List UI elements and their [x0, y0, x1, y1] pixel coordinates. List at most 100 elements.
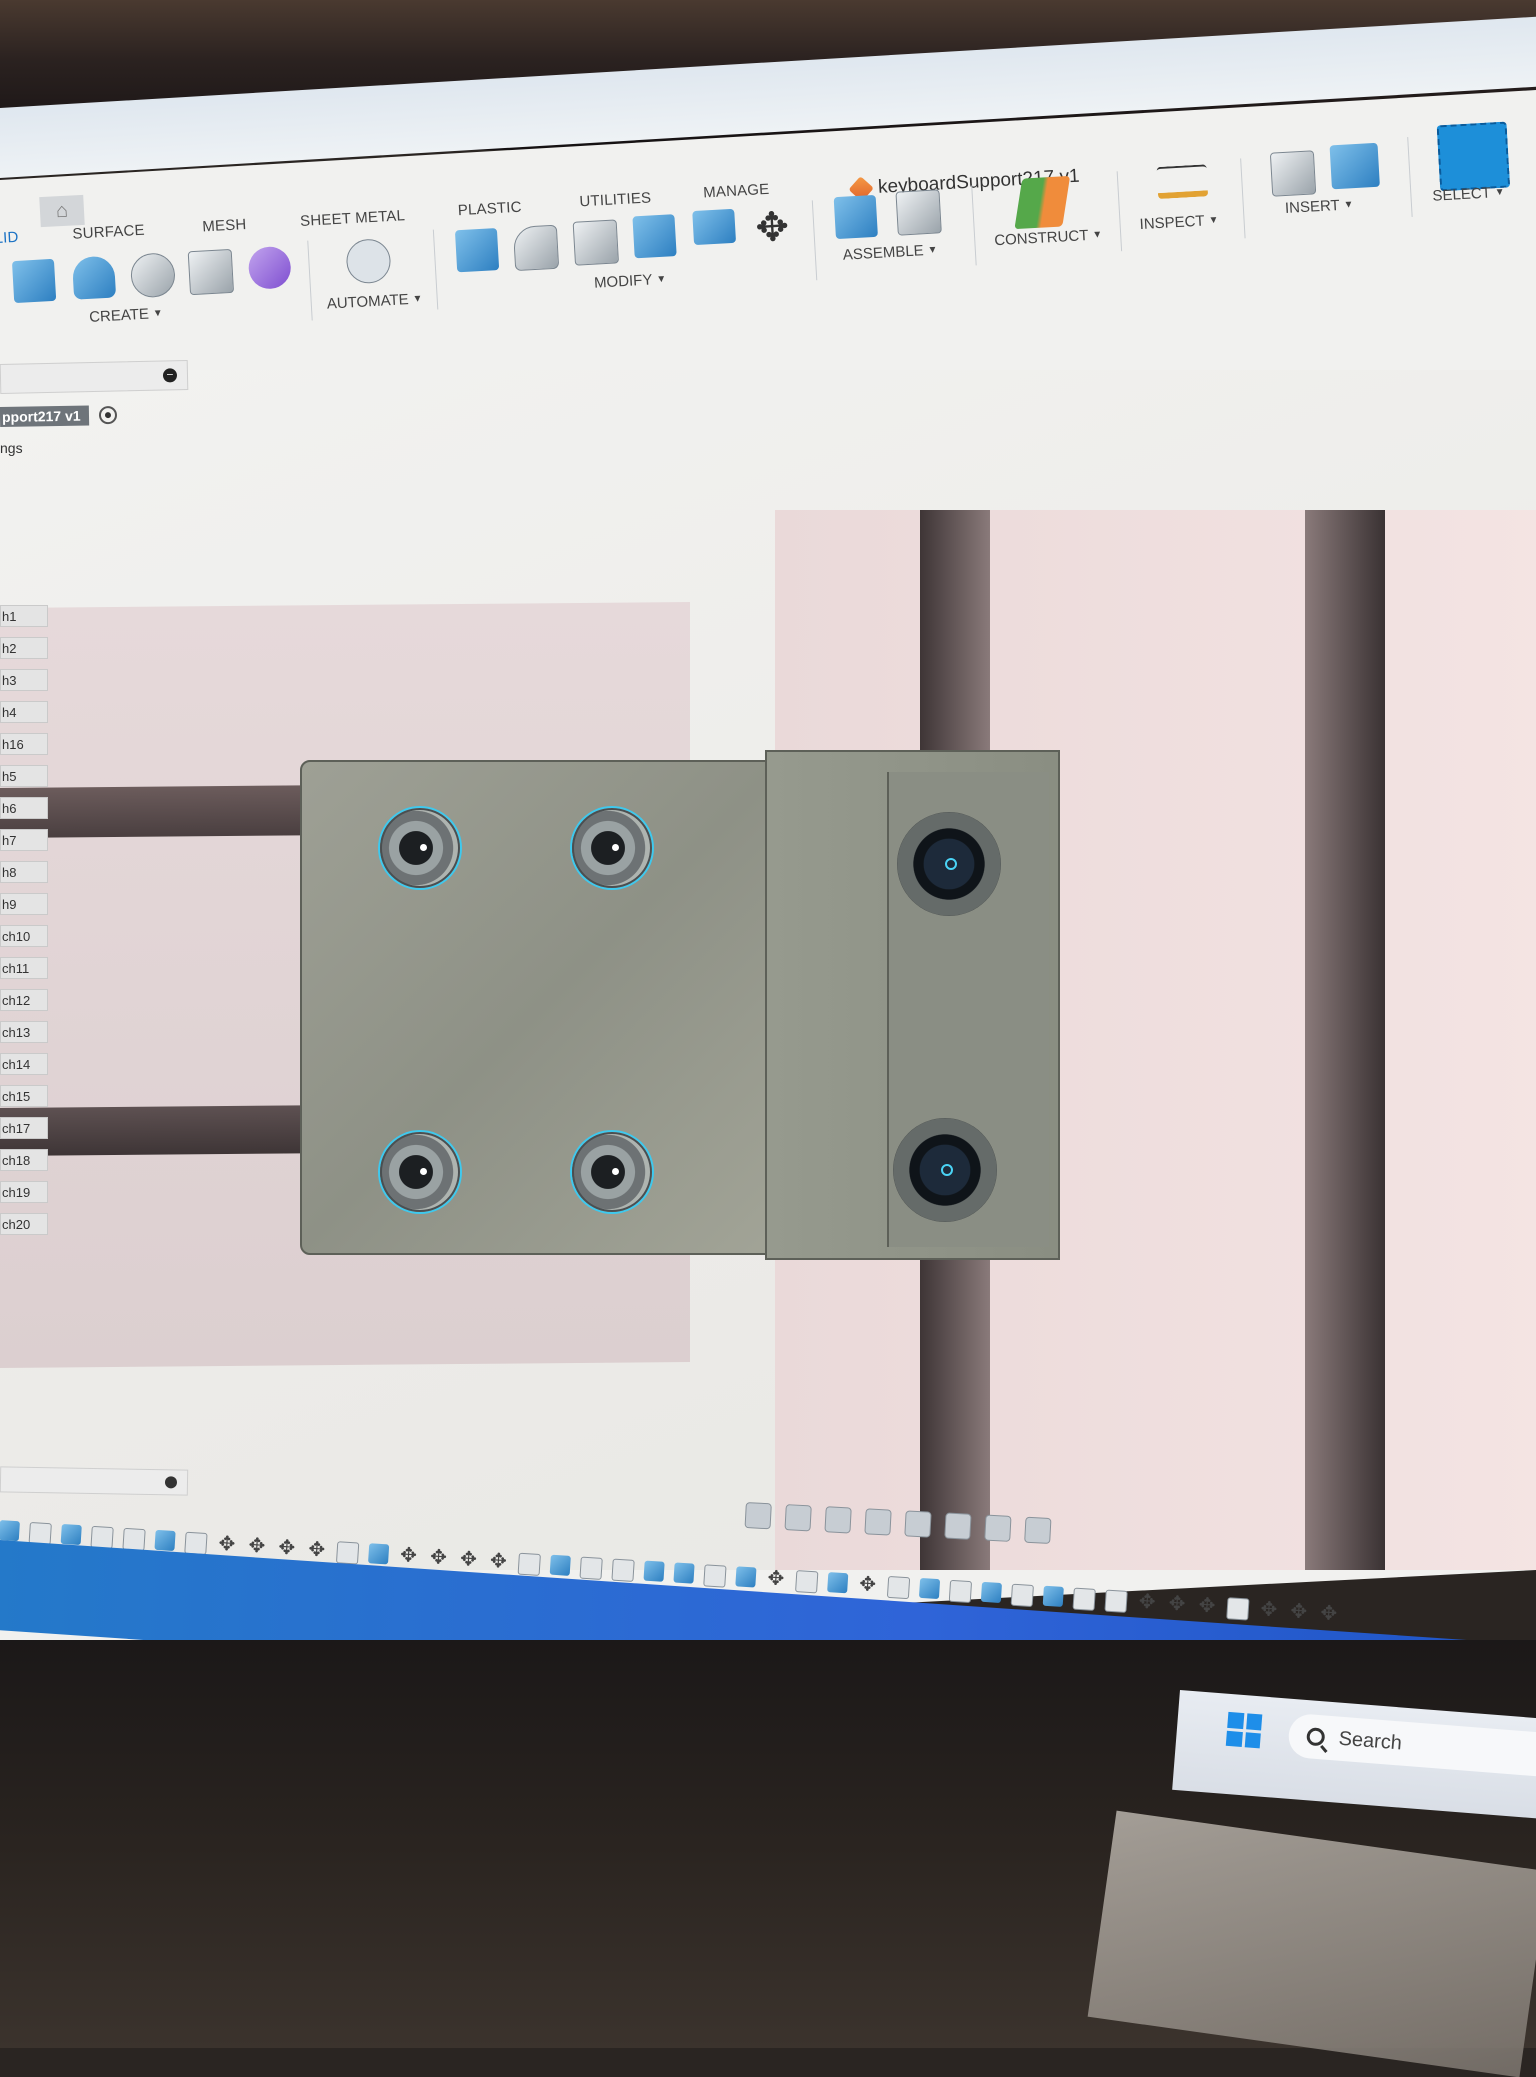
timeline-move-icon[interactable]: ✥ [216, 1533, 237, 1556]
timeline-sketch-icon[interactable] [703, 1564, 727, 1588]
mounting-hole[interactable] [572, 808, 652, 888]
browser-panel-header[interactable]: − [0, 360, 189, 394]
timeline-move-icon[interactable]: ✥ [857, 1573, 878, 1596]
form-icon[interactable] [247, 245, 292, 290]
tab-mesh[interactable]: MESH [202, 216, 247, 235]
timeline-feature-icon[interactable] [368, 1543, 390, 1565]
zoom-icon[interactable] [864, 1508, 892, 1536]
timeline-sketch-icon[interactable] [795, 1570, 819, 1594]
inspect-menu[interactable]: INSPECT ▼ [1139, 212, 1219, 234]
sketch-item[interactable]: ch20 [0, 1213, 48, 1235]
sketch-item[interactable]: h6 [0, 797, 48, 819]
sketch-item[interactable]: h5 [0, 765, 48, 787]
timeline-move-icon[interactable]: ✥ [276, 1537, 297, 1560]
timeline-fillet-icon[interactable] [184, 1531, 208, 1556]
measure-icon[interactable] [1156, 164, 1209, 200]
mounting-hole[interactable] [380, 808, 460, 888]
bracket-face-left[interactable] [300, 760, 780, 1255]
timeline-sketch-icon[interactable] [335, 1541, 360, 1565]
move-icon[interactable]: ✥ [750, 205, 794, 251]
sketch-item[interactable]: ch12 [0, 989, 48, 1011]
timeline-feature-icon[interactable] [643, 1560, 665, 1582]
mounting-hole[interactable] [572, 1132, 652, 1212]
fit-icon[interactable] [904, 1510, 932, 1538]
timeline-sketch-icon[interactable] [611, 1558, 635, 1582]
sketch-item[interactable]: h7 [0, 829, 48, 851]
expand-icon[interactable] [164, 1476, 178, 1489]
insert-menu[interactable]: INSERT ▼ [1285, 196, 1354, 217]
look-at-icon[interactable] [784, 1504, 812, 1532]
modify-menu[interactable]: MODIFY ▼ [594, 271, 667, 291]
tab-surface[interactable]: SURFACE [72, 222, 145, 243]
timeline-sketch-icon[interactable] [886, 1575, 911, 1600]
tab-manage[interactable]: MANAGE [703, 181, 770, 202]
sketch-item[interactable]: ch18 [0, 1149, 48, 1171]
comments-panel-header[interactable] [0, 1466, 189, 1496]
timeline-sketch-icon[interactable] [948, 1579, 973, 1604]
tab-utilities[interactable]: UTILITIES [579, 189, 652, 210]
bracket-face-right[interactable] [765, 750, 1060, 1260]
sketch-item[interactable]: h2 [0, 637, 48, 659]
browser-settings-node[interactable]: ngs [0, 440, 23, 456]
sketch-item[interactable]: ch10 [0, 925, 48, 947]
construct-plane-icon[interactable] [1014, 175, 1071, 230]
canvas-viewport[interactable] [0, 370, 1536, 1570]
timeline-move-icon[interactable]: ✥ [246, 1535, 267, 1558]
sketch-item[interactable]: h1 [0, 605, 48, 627]
taskbar-search[interactable]: Search [1287, 1712, 1536, 1780]
activate-radio-icon[interactable] [98, 405, 117, 425]
tab-solid[interactable]: LID [0, 229, 19, 247]
pattern-icon[interactable] [187, 248, 235, 296]
assemble-menu[interactable]: ASSEMBLE ▼ [842, 241, 938, 263]
timeline-move-icon[interactable]: ✥ [458, 1548, 479, 1571]
grid-icon[interactable] [984, 1514, 1012, 1542]
combine-icon[interactable] [632, 214, 677, 259]
timeline-sketch-icon[interactable] [517, 1552, 541, 1576]
timeline-feature-icon[interactable] [980, 1581, 1003, 1604]
counterbore-hole[interactable] [893, 1118, 997, 1222]
tab-sheet-metal[interactable]: SHEET METAL [300, 207, 406, 230]
timeline-move-icon[interactable]: ✥ [1288, 1600, 1309, 1623]
counterbore-hole[interactable] [897, 812, 1001, 916]
timeline-feature-icon[interactable] [60, 1523, 82, 1546]
timeline-move-icon[interactable]: ✥ [398, 1544, 419, 1567]
sketch-item[interactable]: ch19 [0, 1181, 48, 1203]
sketch-item[interactable]: ch15 [0, 1085, 48, 1107]
sketch-item[interactable]: ch14 [0, 1053, 48, 1075]
sketch-item[interactable]: h3 [0, 669, 48, 691]
timeline-feature-icon[interactable] [827, 1572, 849, 1594]
sketch-item[interactable]: ch13 [0, 1021, 48, 1043]
timeline-move-icon[interactable]: ✥ [1166, 1593, 1187, 1616]
timeline-feature-icon[interactable] [735, 1566, 757, 1588]
timeline-fillet-icon[interactable] [1104, 1589, 1128, 1613]
fillet-icon[interactable] [512, 224, 560, 272]
timeline-move-icon[interactable]: ✥ [1318, 1602, 1339, 1625]
create-menu[interactable]: CREATE ▼ [89, 305, 163, 326]
automate-menu[interactable]: AUTOMATE ▼ [326, 290, 423, 313]
timeline-move-icon[interactable]: ✥ [488, 1550, 509, 1573]
sketch-item[interactable]: h8 [0, 861, 48, 883]
insert-image-icon[interactable] [1329, 142, 1380, 190]
select-menu[interactable]: SELECT ▼ [1432, 184, 1505, 205]
timeline-feature-icon[interactable] [673, 1562, 695, 1584]
display-settings-icon[interactable] [944, 1512, 972, 1540]
sketch-item[interactable]: h4 [0, 701, 48, 723]
timeline-feature-icon[interactable] [1042, 1585, 1064, 1607]
tab-plastic[interactable]: PLASTIC [457, 199, 522, 220]
timeline-fillet-icon[interactable] [579, 1556, 603, 1580]
viewports-icon[interactable] [1024, 1516, 1052, 1544]
collapse-icon[interactable]: − [162, 367, 178, 383]
browser-root-node[interactable]: pport217 v1 [0, 404, 117, 428]
offset-face-icon[interactable] [692, 208, 737, 246]
shell-icon[interactable] [572, 219, 620, 266]
timeline-move-icon[interactable]: ✥ [306, 1538, 327, 1561]
construct-menu[interactable]: CONSTRUCT ▼ [994, 226, 1103, 249]
timeline-move-icon[interactable]: ✥ [428, 1546, 449, 1569]
sketch-item[interactable]: h9 [0, 893, 48, 915]
timeline-move-icon[interactable]: ✥ [1258, 1598, 1279, 1621]
select-icon[interactable] [1436, 121, 1511, 192]
timeline-feature-icon[interactable] [154, 1529, 176, 1552]
timeline-move-icon[interactable]: ✥ [1136, 1591, 1157, 1614]
insert-derive-icon[interactable] [1269, 150, 1317, 197]
extrude-icon[interactable] [11, 258, 57, 304]
